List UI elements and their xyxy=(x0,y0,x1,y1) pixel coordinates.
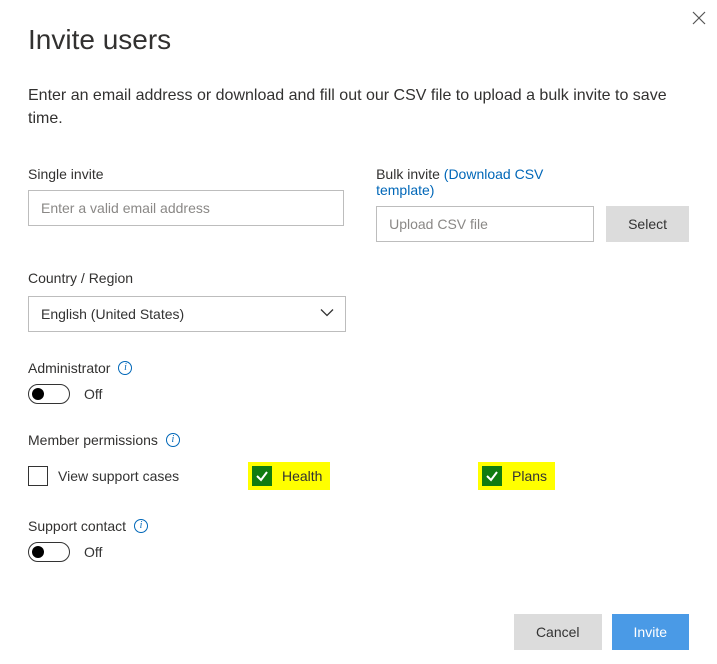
bulk-invite-input[interactable] xyxy=(376,206,594,242)
perm-health[interactable]: Health xyxy=(248,462,478,490)
info-icon[interactable]: i xyxy=(134,519,148,533)
administrator-state: Off xyxy=(84,386,102,402)
checkbox-unchecked-icon[interactable] xyxy=(28,466,48,486)
support-contact-state: Off xyxy=(84,544,102,560)
support-contact-label: Support contact xyxy=(28,518,126,534)
administrator-toggle[interactable] xyxy=(28,384,70,404)
info-icon[interactable]: i xyxy=(166,433,180,447)
close-button[interactable] xyxy=(687,6,711,30)
bulk-invite-label: Bulk invite (Download CSV template) xyxy=(376,166,594,198)
perm-view-support-cases[interactable]: View support cases xyxy=(28,466,248,486)
support-contact-toggle[interactable] xyxy=(28,542,70,562)
checkbox-checked-icon[interactable] xyxy=(252,466,272,486)
administrator-label: Administrator xyxy=(28,360,110,376)
single-invite-input[interactable] xyxy=(28,190,344,226)
select-file-button[interactable]: Select xyxy=(606,206,689,242)
country-label: Country / Region xyxy=(28,270,689,286)
invite-button[interactable]: Invite xyxy=(612,614,689,650)
country-select[interactable]: English (United States) xyxy=(28,296,346,332)
single-invite-label: Single invite xyxy=(28,166,344,182)
chevron-down-icon xyxy=(319,305,335,324)
perm-label: Health xyxy=(282,468,322,484)
perm-label: Plans xyxy=(512,468,547,484)
info-icon[interactable]: i xyxy=(118,361,132,375)
checkbox-checked-icon[interactable] xyxy=(482,466,502,486)
perm-label: View support cases xyxy=(58,468,179,484)
page-title: Invite users xyxy=(28,24,689,56)
bulk-invite-label-text: Bulk invite xyxy=(376,166,444,182)
cancel-button[interactable]: Cancel xyxy=(514,614,602,650)
permissions-label: Member permissions xyxy=(28,432,158,448)
page-subtitle: Enter an email address or download and f… xyxy=(28,84,689,130)
perm-plans[interactable]: Plans xyxy=(478,462,555,490)
country-value: English (United States) xyxy=(41,306,184,322)
close-icon xyxy=(692,11,706,25)
